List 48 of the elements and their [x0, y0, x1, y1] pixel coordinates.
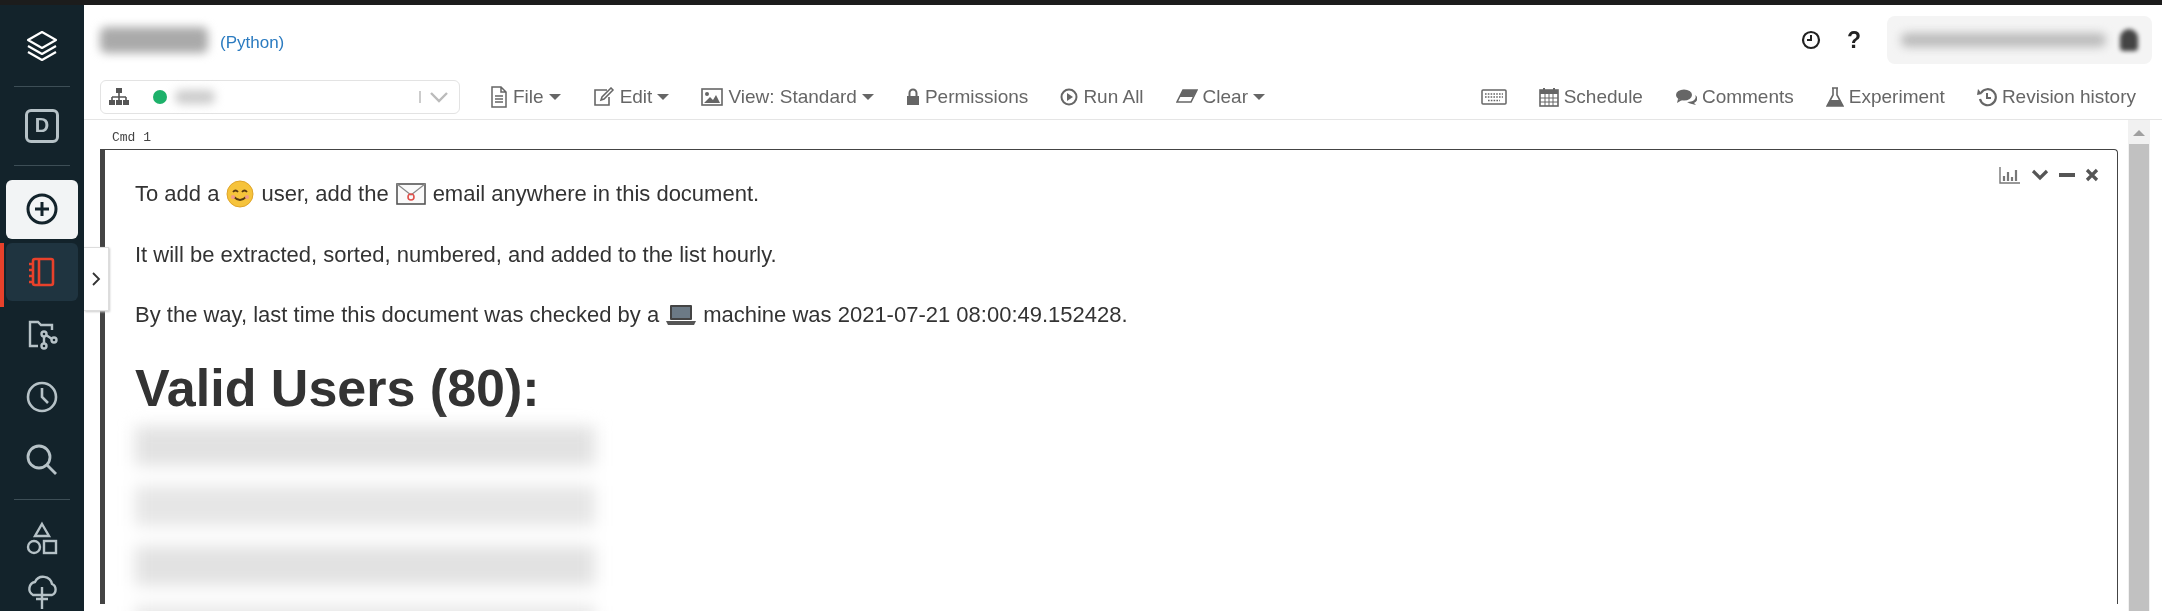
clock-icon	[24, 379, 60, 415]
schedule-button[interactable]: Schedule	[1522, 80, 1659, 114]
calendar-icon	[1538, 87, 1559, 107]
help-button[interactable]: ?	[1846, 26, 1861, 54]
text: user, add the	[261, 181, 389, 207]
laptop-icon	[666, 304, 697, 326]
revision-history-button[interactable]: Revision history	[1960, 80, 2152, 114]
text: email anywhere in this document.	[432, 181, 760, 207]
eraser-icon	[1175, 89, 1198, 105]
permissions-button[interactable]: Permissions	[889, 80, 1045, 114]
flask-icon	[1825, 87, 1844, 107]
chart-icon[interactable]	[1999, 166, 2021, 184]
file-menu[interactable]: File	[474, 80, 577, 114]
chevron-right-icon	[91, 271, 101, 287]
experiment-button[interactable]: Experiment	[1809, 80, 1961, 114]
edit-icon	[592, 87, 615, 107]
text: To add a	[135, 181, 220, 207]
language-label: (Python)	[220, 33, 285, 53]
history-icon	[1976, 87, 1997, 107]
run-all-button[interactable]: Run All	[1044, 80, 1160, 114]
envelope-icon	[395, 183, 426, 205]
cluster-selector[interactable]	[100, 80, 460, 114]
image-icon	[701, 88, 724, 106]
minimize-icon[interactable]	[2059, 172, 2075, 178]
sidebar-item[interactable]	[6, 180, 78, 239]
clock-icon[interactable]	[1800, 30, 1821, 50]
keyboard-icon	[1480, 89, 1507, 105]
text: It will be extracted, sorted, numbered, and added to the list hourly.	[135, 242, 777, 268]
section-heading: Valid Users (80):	[135, 358, 541, 418]
user-menu[interactable]	[1887, 16, 2152, 64]
document-icon	[490, 86, 508, 108]
smiley-icon	[226, 180, 255, 208]
sidebar-item[interactable]: D	[6, 96, 78, 156]
view-menu[interactable]: View: Standard	[685, 80, 890, 114]
chevron-down-icon	[419, 88, 451, 106]
play-icon	[1060, 88, 1079, 106]
chevron-down-icon[interactable]	[2031, 169, 2049, 181]
clear-menu[interactable]: Clear	[1159, 80, 1281, 114]
lock-icon	[905, 88, 920, 106]
cell-label: Cmd 1	[111, 129, 152, 147]
close-icon[interactable]	[2085, 168, 2099, 182]
expand-panel-button[interactable]	[84, 247, 109, 311]
comments-icon	[1674, 88, 1697, 106]
text: By the way, last time this document was checked by a	[135, 302, 660, 328]
comments-button[interactable]: Comments	[1658, 80, 1810, 114]
edit-menu[interactable]: Edit	[576, 80, 686, 114]
text: machine was 2021-07-21 08:00:49.152428.	[703, 302, 1128, 328]
cluster-icon	[109, 88, 129, 106]
